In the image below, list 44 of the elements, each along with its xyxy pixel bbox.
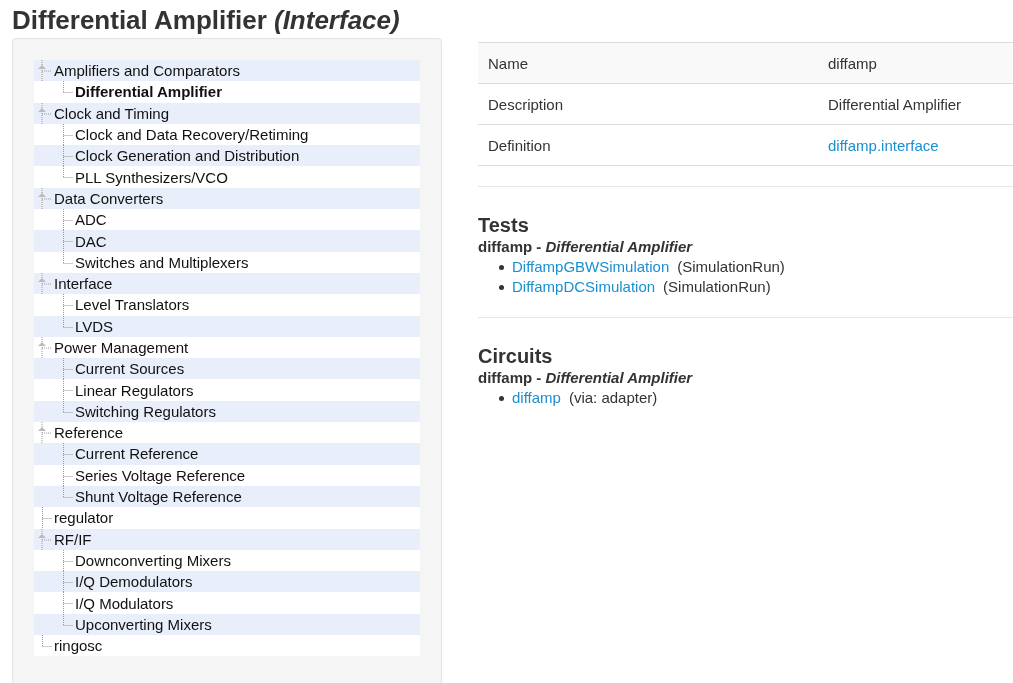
expander-icon[interactable] [38,60,52,81]
tree-branch-icon [62,358,73,380]
page-title: Differential Amplifier (Interface) [11,4,401,37]
property-name: Description [487,95,565,113]
expander-icon[interactable] [38,336,52,358]
property-name: Definition [487,136,552,154]
tree-branch-icon [62,571,73,593]
tree-item[interactable]: LVDS [75,317,114,335]
property-link[interactable]: diffamp.interface [828,136,939,154]
item-link[interactable]: DiffampDCSimulation [512,277,656,297]
section-heading: Tests [478,213,530,237]
item-link[interactable]: DiffampGBWSimulation [512,257,670,277]
item-note: (via: adapter) [568,388,658,408]
section-heading: Circuits [478,344,554,368]
tree-branch-icon [62,81,73,94]
expander-icon[interactable] [38,187,52,209]
tree-branch-icon [62,123,73,145]
section-subheading: diffamp - Differential Amplifier [478,237,694,257]
bullet-icon [499,395,504,401]
property-value: Differential Amplifier [828,95,962,113]
tree-item[interactable]: Interface [54,275,113,293]
item-note: (SimulationRun) [663,277,771,297]
property-name: Name [487,54,529,72]
expander-icon[interactable] [38,422,52,444]
bullet-icon [499,264,504,270]
item-link[interactable]: diffamp [512,388,561,408]
tree-branch-icon [41,507,52,529]
expander-icon[interactable] [38,102,52,124]
item-note: (SimulationRun) [677,257,785,277]
tree-item[interactable]: RF/IF [54,530,92,548]
section-subheading: diffamp - Differential Amplifier [478,368,694,388]
tree-branch-icon [62,443,73,465]
expander-icon[interactable] [38,528,52,550]
expander-icon[interactable] [38,272,52,294]
tree-item[interactable]: ringosc [54,637,103,655]
tree-item[interactable]: ADC [75,211,107,229]
tree-item[interactable]: DAC [75,232,107,250]
property-value: diffamp [828,54,877,72]
tree-branch-icon [62,209,73,231]
tree-branch-icon [41,635,52,647]
tree-item[interactable]: Reference [54,424,124,442]
bullet-icon [499,284,504,290]
tree-item[interactable]: regulator [54,509,114,527]
tree-branch-icon [62,549,73,571]
